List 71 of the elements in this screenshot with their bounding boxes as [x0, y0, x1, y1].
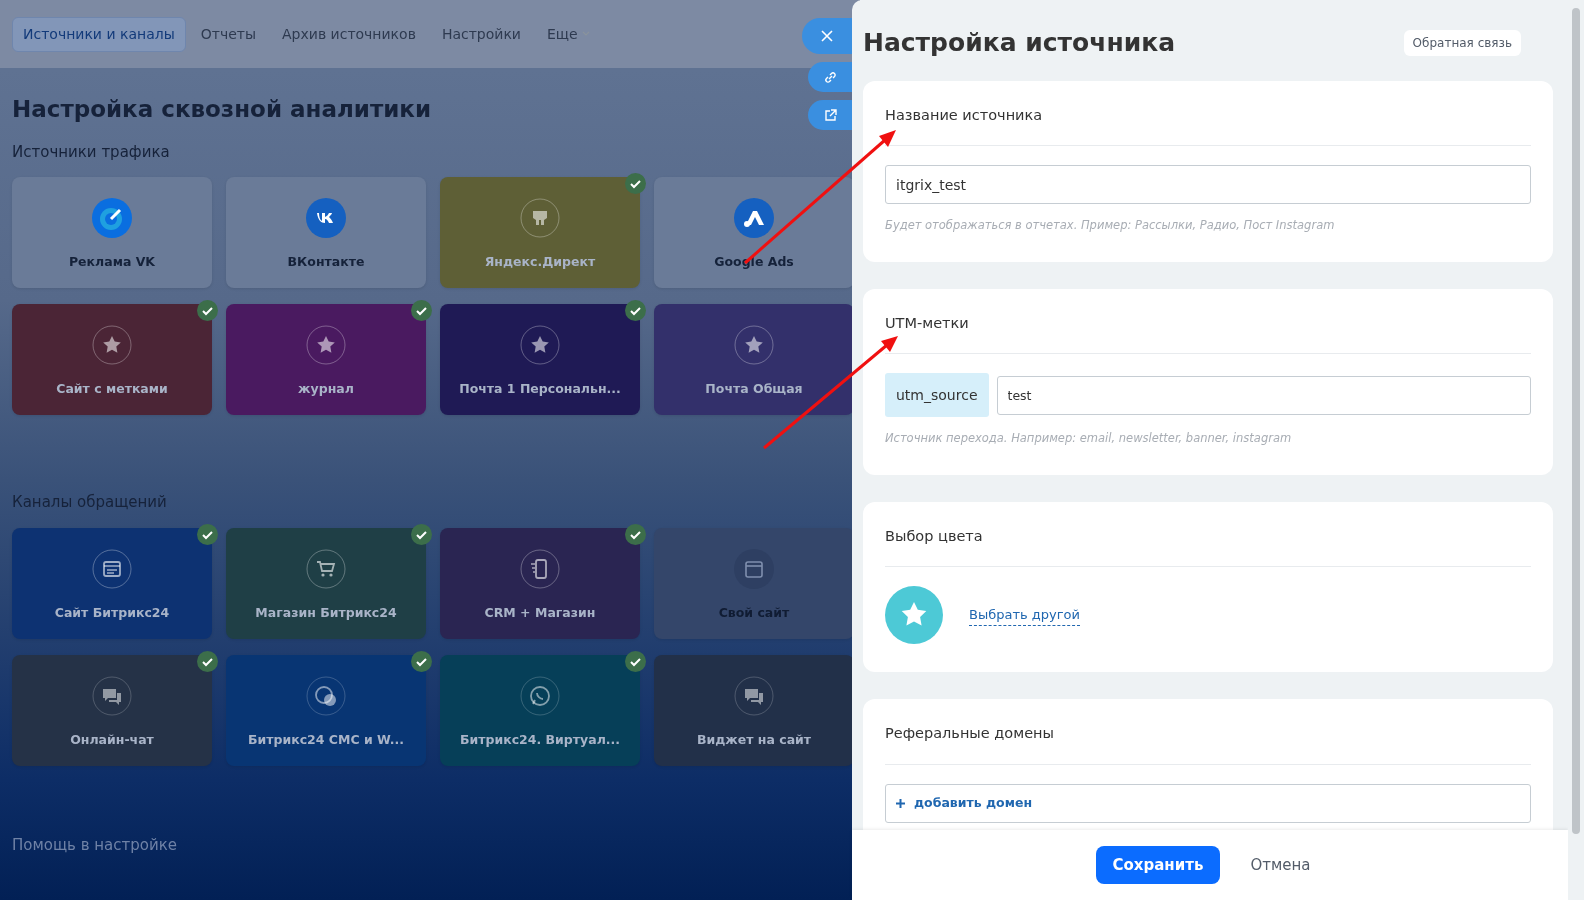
source-card[interactable]: Сайт Битрикс24 [12, 527, 212, 639]
feedback-button[interactable]: Обратная связь [1403, 29, 1521, 56]
card-label: Битрикс24. Виртуал... [459, 730, 621, 749]
add-domain-button[interactable]: добавить домен [885, 784, 1531, 823]
section-title: Реферальные домены [885, 723, 1531, 765]
target-icon [92, 198, 132, 238]
chat-icon [734, 675, 774, 716]
hint-text: Будет отображаться в отчетах. Пример: Рассылки, Радио, Пост Instagram [885, 217, 1336, 235]
page-title: Настройка сквозной аналитики [12, 95, 432, 124]
link-icon [823, 70, 837, 84]
plus-icon [896, 799, 905, 808]
section-title: Выбор цвета [885, 525, 1531, 568]
source-card[interactable]: Яндекс.Директ [440, 177, 640, 288]
choose-color-link[interactable]: Выбрать другой [969, 605, 1080, 626]
scrollbar-thumb[interactable] [1572, 8, 1580, 834]
chat-icon [92, 675, 132, 716]
source-card[interactable]: Google Ads [654, 177, 854, 288]
nav-tab[interactable]: Настройки [430, 16, 532, 52]
cancel-button[interactable]: Отмена [1236, 845, 1325, 885]
card-label: Яндекс.Директ [484, 253, 596, 272]
external-link-icon [823, 108, 837, 122]
open-external-button[interactable] [808, 100, 852, 130]
close-button[interactable] [802, 18, 852, 54]
source-card[interactable]: ВКонтакте [226, 177, 426, 288]
card-label: Почта Общая [705, 380, 803, 399]
card-label: Реклама VK [68, 253, 156, 272]
section-title: Каналы обращений [12, 492, 167, 513]
card-label: Битрикс24 СМС и W... [247, 730, 405, 749]
cart-icon [306, 548, 346, 589]
source-card[interactable]: Магазин Битрикс24 [226, 527, 426, 639]
utm-tag: utm_source [885, 373, 989, 418]
section-title: Источники трафика [12, 141, 170, 163]
phone-bubble-icon [520, 675, 560, 716]
calendar-icon [734, 548, 774, 589]
card-label: Онлайн-чат [70, 730, 154, 749]
source-card[interactable]: CRM + Магазин [440, 527, 640, 639]
source-card[interactable]: Битрикс24. Виртуал... [440, 654, 640, 766]
nav-tab[interactable]: Отчеты [189, 16, 268, 52]
card-label: Сайт Битрикс24 [54, 603, 170, 622]
card-label: Google Ads [714, 253, 794, 272]
phone-icon [520, 548, 560, 589]
source-card[interactable]: Виджет на сайт [654, 654, 854, 766]
card-label: Почта 1 Персональн... [459, 380, 621, 399]
close-icon [821, 30, 833, 42]
source-card[interactable]: Сайт с метками [12, 304, 212, 415]
link-button[interactable] [808, 62, 852, 92]
source-card[interactable]: Реклама VK [12, 177, 212, 288]
section-title: Помощь в настройке [12, 834, 177, 856]
nav-tab[interactable]: Источники и каналы [12, 16, 186, 52]
source-card[interactable]: Битрикс24 СМС и W... [226, 654, 426, 766]
utm-field[interactable]: test [996, 375, 1531, 415]
card-label: ВКонтакте [287, 253, 365, 272]
card-label: журнал [298, 380, 354, 399]
source-card[interactable]: Онлайн-чат [12, 654, 212, 766]
hint-text: Источник перехода. Например: email, newsletter, banner, instagram [885, 430, 1293, 448]
panel-title: Настройка источника [863, 27, 1176, 59]
source-card[interactable]: Почта Общая [654, 304, 854, 415]
store-icon [520, 198, 560, 238]
card-label: CRM + Магазин [484, 603, 596, 622]
vk-icon [306, 198, 346, 238]
save-button[interactable]: Сохранить [1095, 845, 1221, 885]
card-label: Сайт с метками [56, 380, 168, 399]
source-card[interactable]: Почта 1 Персональн... [440, 304, 640, 415]
nav-tab[interactable]: Архив источников [271, 16, 427, 52]
source-card[interactable]: журнал [226, 304, 426, 415]
text-field[interactable]: itgrix_test [885, 165, 1531, 205]
nav-tab[interactable]: Еще [536, 16, 601, 52]
color-swatch[interactable] [885, 586, 943, 645]
card-label: Магазин Битрикс24 [255, 603, 397, 622]
card-label: Виджет на сайт [696, 730, 812, 749]
browser-icon [92, 548, 132, 589]
